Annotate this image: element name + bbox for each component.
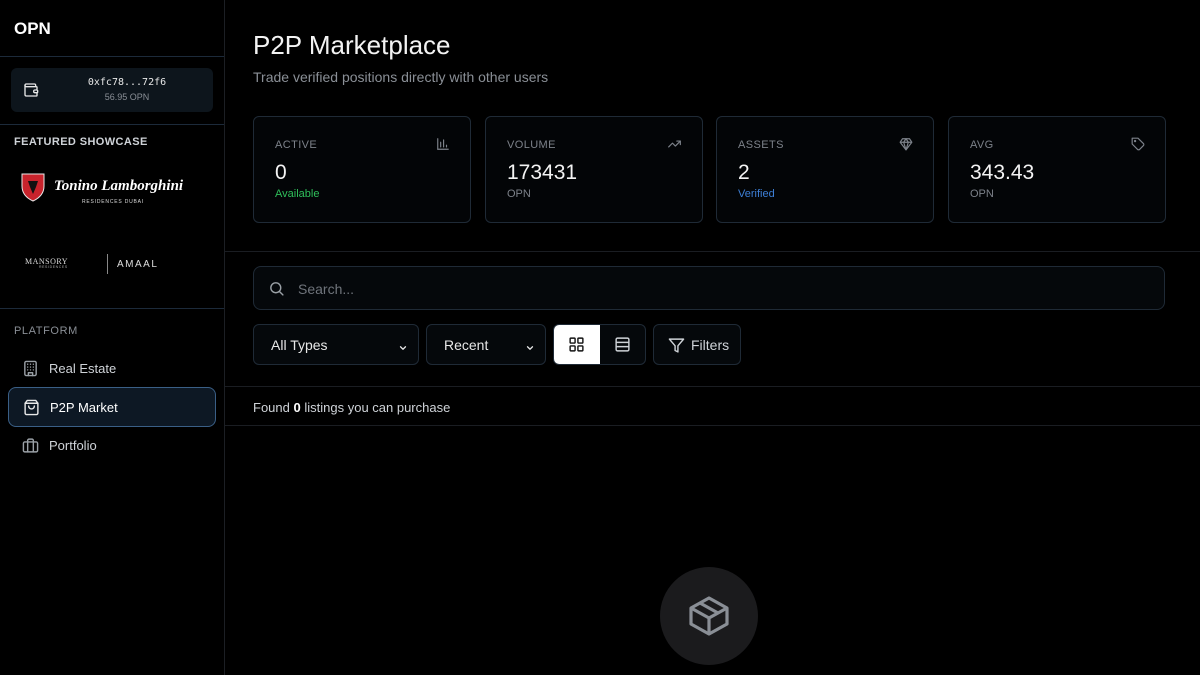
filters-label: Filters (691, 337, 730, 353)
results-count: 0 (293, 400, 301, 415)
filters-button[interactable]: Filters (653, 324, 741, 365)
showcase-lamborghini-sub: RESIDENCES DUBAI (82, 199, 144, 205)
briefcase-icon (22, 437, 39, 459)
grid-view-button[interactable] (554, 325, 600, 364)
page-title: P2P Marketplace (253, 30, 451, 60)
wallet-card[interactable]: 0xfc78...72f6 56.95 OPN (11, 68, 213, 112)
sidebar-item-label: Portfolio (49, 438, 97, 453)
sidebar-item-real-estate[interactable]: Real Estate (8, 349, 216, 389)
featured-showcase-title: FEATURED SHOWCASE (14, 136, 148, 148)
wallet-balance: 56.95 OPN (104, 92, 150, 102)
stat-value: 0 (275, 161, 287, 184)
trending-up-icon (667, 137, 682, 156)
sort-select-value: Recent (444, 337, 489, 353)
view-toggle (553, 324, 646, 365)
stat-card-avg: AVG 343.43 OPN (948, 116, 1166, 223)
page-subtitle: Trade verified positions directly with o… (253, 69, 549, 85)
empty-state (660, 567, 758, 665)
platform-title: PLATFORM (14, 325, 78, 337)
stat-card-assets: ASSETS 2 Verified (716, 116, 934, 223)
shopping-bag-icon (23, 399, 40, 421)
sidebar-item-label: P2P Market (50, 400, 118, 415)
showcase-amaal-name[interactable]: AMAAL (117, 259, 158, 270)
chevron-down-icon (525, 340, 535, 358)
stat-card-volume: VOLUME 173431 OPN (485, 116, 703, 223)
divider (0, 124, 224, 125)
bar-chart-icon (436, 137, 450, 156)
stat-card-active: ACTIVE 0 Available (253, 116, 471, 223)
sidebar-item-label: Real Estate (49, 361, 117, 376)
search-icon (268, 280, 285, 302)
wallet-icon (23, 82, 39, 103)
sidebar-item-portfolio[interactable]: Portfolio (8, 426, 216, 466)
chevron-down-icon (398, 340, 408, 358)
results-prefix: Found (253, 400, 290, 415)
showcase-mansory-sub: RESIDENCES (39, 265, 68, 269)
stat-label: VOLUME (507, 139, 556, 151)
showcase-lamborghini-name[interactable]: Tonino Lamborghini (54, 178, 183, 195)
sidebar: OPN 0xfc78...72f6 56.95 OPN FEATURED SHO… (0, 0, 225, 675)
search-box[interactable] (253, 266, 1165, 310)
stat-label: AVG (970, 139, 994, 151)
stat-value: 2 (738, 161, 750, 184)
stat-sub: OPN (507, 188, 531, 200)
package-icon (689, 596, 729, 636)
stat-sub: OPN (970, 188, 994, 200)
results-count-text: Found 0 listings you can purchase (253, 400, 450, 415)
main-content: P2P Marketplace Trade verified positions… (225, 0, 1200, 675)
divider (0, 56, 224, 57)
tag-icon (1131, 137, 1145, 156)
sort-select[interactable]: Recent (426, 324, 546, 365)
stat-value: 343.43 (970, 161, 1035, 184)
stat-sub: Available (275, 188, 320, 200)
divider (0, 308, 224, 309)
sidebar-item-p2p-market[interactable]: P2P Market (8, 387, 216, 427)
stat-value: 173431 (507, 161, 578, 184)
wallet-address: 0xfc78...72f6 (87, 77, 167, 88)
brand-logo[interactable]: OPN (14, 19, 51, 39)
diamond-icon (899, 137, 913, 156)
divider (225, 386, 1200, 387)
building-icon (22, 360, 39, 382)
type-select[interactable]: All Types (253, 324, 419, 365)
lamborghini-shield-icon[interactable] (20, 172, 46, 207)
search-input[interactable] (296, 277, 1140, 301)
filter-icon (668, 338, 685, 353)
stat-label: ACTIVE (275, 139, 318, 151)
stat-sub: Verified (738, 188, 775, 200)
list-view-button[interactable] (600, 325, 645, 364)
divider (225, 251, 1200, 252)
divider (225, 425, 1200, 426)
logo-divider (107, 254, 108, 274)
stat-label: ASSETS (738, 139, 784, 151)
type-select-value: All Types (271, 337, 328, 353)
results-suffix: listings you can purchase (304, 400, 451, 415)
